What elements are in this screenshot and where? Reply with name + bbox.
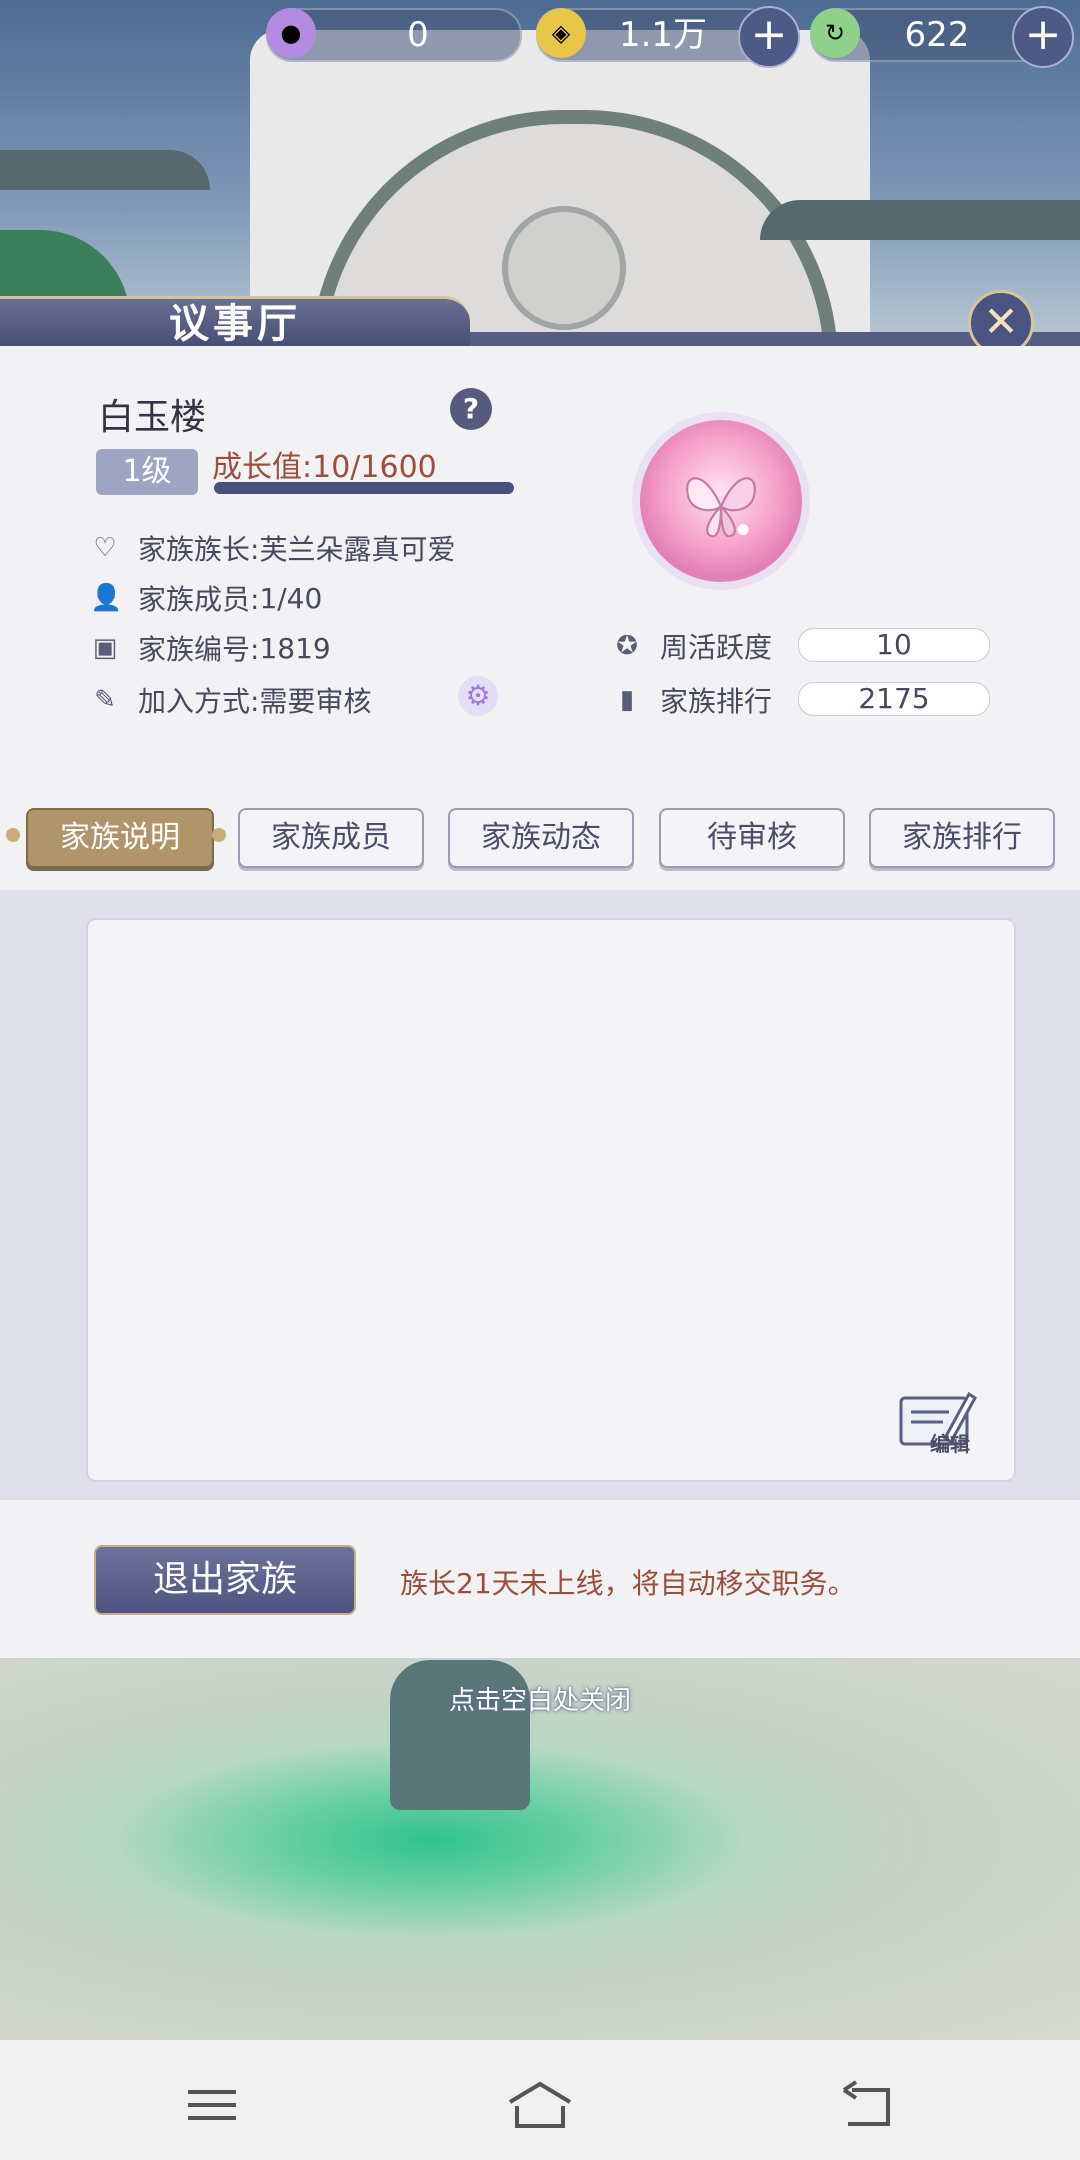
description-content-box	[86, 918, 1016, 1482]
tab-ornament	[212, 828, 226, 842]
tab-family-description[interactable]: 家族说明	[26, 808, 214, 868]
edit-label: 编辑	[930, 1432, 970, 1456]
bar-chart-icon: ▮	[619, 685, 635, 715]
growth-value: 10/1600	[312, 450, 437, 485]
add-coin-button[interactable]: +	[738, 6, 800, 68]
join-value: 需要审核	[259, 685, 372, 718]
background-pond	[0, 1660, 1080, 2040]
tap-to-close-hint[interactable]: 点击空白处关闭	[0, 1680, 1080, 1717]
id-value: 1819	[259, 631, 331, 665]
members-row: 👤 家族成员: 1/40	[90, 578, 322, 618]
tab-ornament	[6, 828, 20, 842]
back-icon[interactable]	[838, 2080, 898, 2130]
growth-progress-bar	[214, 482, 514, 494]
join-label: 加入方式:	[138, 685, 260, 718]
help-icon[interactable]: ?	[450, 388, 492, 430]
currency-orb-value: 0	[407, 15, 429, 55]
rank-label: 家族排行	[660, 685, 773, 718]
currency-orb: ● 0	[266, 8, 522, 62]
page-title: 议事厅	[169, 300, 301, 347]
weekly-activity-row: ✪ 周活跃度	[612, 626, 772, 666]
id-row: ▣ 家族编号: 1819	[90, 628, 331, 668]
roof-decoration-left	[0, 150, 210, 190]
family-name: 白玉楼	[98, 397, 207, 438]
currency-jade-value: 622	[904, 15, 970, 55]
tab-family-members[interactable]: 家族成员	[238, 808, 424, 868]
roof-decoration-right	[760, 200, 1080, 240]
id-card-icon: ▣	[92, 633, 118, 663]
growth-progress-fill	[214, 482, 514, 494]
heart-person-icon: ♡	[93, 533, 117, 563]
tab-family-news[interactable]: 家族动态	[448, 808, 634, 868]
rank-row: ▮ 家族排行	[612, 680, 772, 720]
add-jade-button[interactable]: +	[1012, 6, 1074, 68]
weekly-activity-label: 周活跃度	[660, 631, 773, 664]
join-icon: ✎	[94, 685, 116, 715]
growth-text: 成长值:10/1600	[212, 442, 437, 486]
leader-row: ♡ 家族族长: 芙兰朵露真可爱	[90, 528, 455, 568]
medal-icon: ✪	[616, 631, 638, 661]
menu-icon[interactable]	[182, 2080, 242, 2130]
members-label: 家族成员:	[138, 583, 260, 616]
tab-family-ranking[interactable]: 家族排行	[869, 808, 1055, 868]
people-icon: 👤	[90, 583, 123, 613]
leader-value: 芙兰朵露真可爱	[259, 533, 456, 566]
leader-label: 家族族长:	[138, 533, 260, 566]
join-row: ✎ 加入方式: 需要审核	[90, 680, 371, 720]
exit-family-button[interactable]: 退出家族	[94, 1545, 356, 1615]
home-icon[interactable]	[505, 2080, 575, 2130]
gear-icon[interactable]: ⚙	[458, 676, 498, 716]
butterfly-icon	[686, 477, 756, 538]
medallion-decoration	[502, 206, 626, 330]
leader-transfer-notice: 族长21天未上线，将自动移交职务。	[400, 1567, 856, 1600]
tab-pending-review[interactable]: 待审核	[659, 808, 845, 868]
growth-label: 成长值:	[212, 450, 313, 485]
currency-coin-value: 1.1万	[618, 15, 708, 55]
id-label: 家族编号:	[138, 633, 260, 666]
green-jade-icon: ↻	[810, 8, 860, 58]
weekly-activity-value: 10	[798, 628, 990, 662]
purple-orb-icon: ●	[266, 8, 316, 58]
coin-icon: ◈	[536, 8, 586, 58]
family-emblem	[640, 420, 802, 582]
members-value: 1/40	[259, 581, 323, 615]
rank-value: 2175	[798, 682, 990, 716]
level-badge: 1级	[96, 449, 198, 495]
